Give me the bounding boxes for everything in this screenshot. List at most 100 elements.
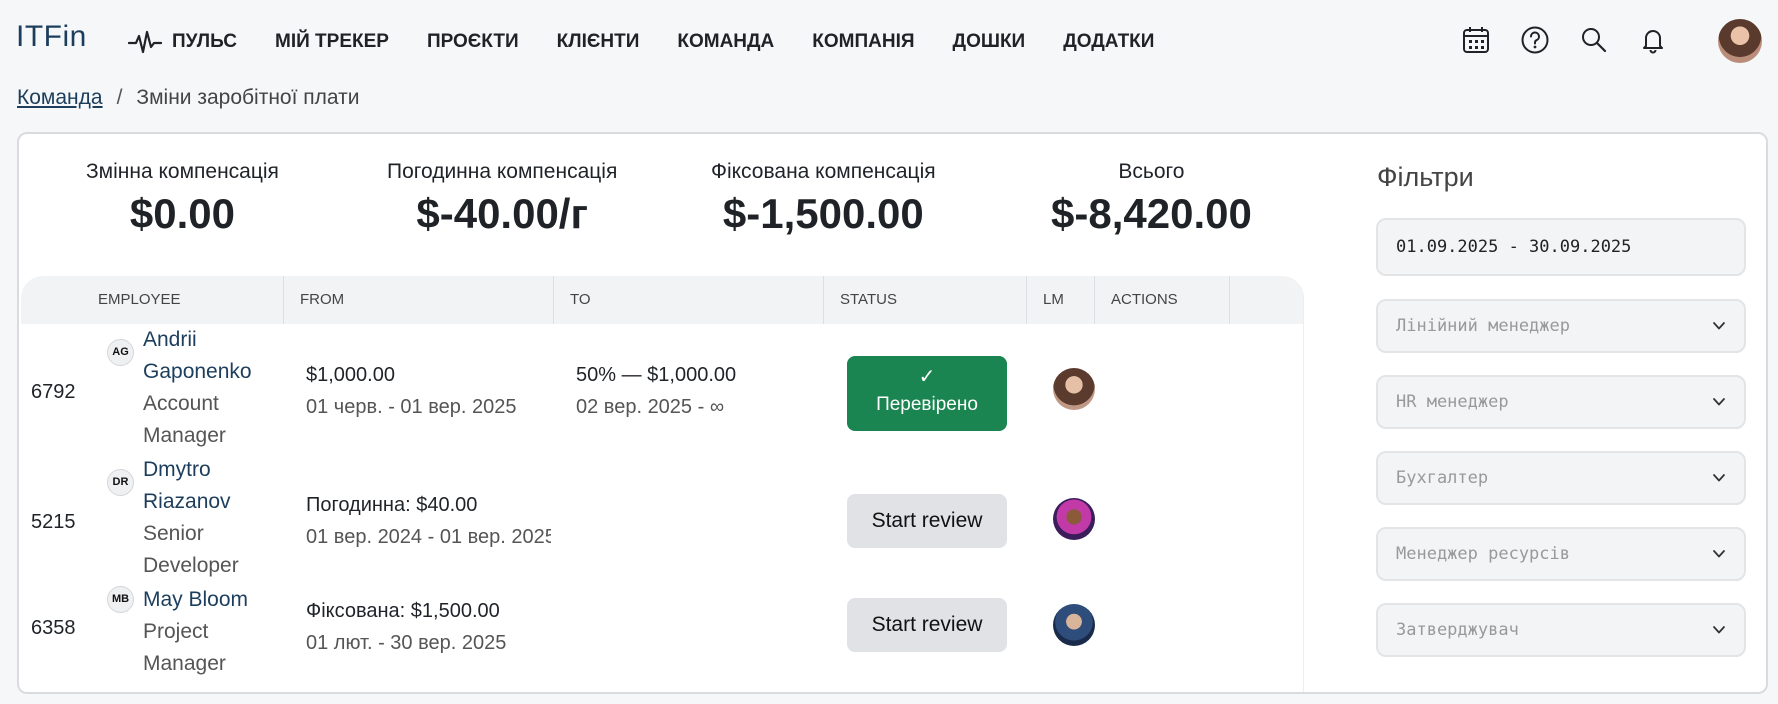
from-value: Погодинна: $40.00 bbox=[306, 494, 478, 516]
stat-label: Фіксована компенсація bbox=[711, 160, 936, 183]
employee-id: 6792 bbox=[31, 381, 76, 403]
stat-label: Змінна компенсація bbox=[86, 160, 279, 183]
column-status[interactable]: Status bbox=[824, 276, 1027, 324]
main-nav: Пульс Мій трекер Проєкти Клієнти Команда… bbox=[128, 28, 1192, 56]
nav-label: Пульс bbox=[172, 31, 237, 52]
employee-initials-badge: AG bbox=[107, 339, 134, 366]
bell-icon[interactable] bbox=[1637, 24, 1669, 56]
from-value: Фіксована: $1,500.00 bbox=[306, 600, 500, 622]
from-period: 01 лют. - 30 вер. 2025 bbox=[306, 632, 507, 654]
table-row[interactable]: 6792 AG Andrii Gaponenko Account Manager… bbox=[21, 324, 1303, 454]
stat-total: Всього $-8,420.00 bbox=[1051, 160, 1252, 238]
employee-role: Senior Developer bbox=[143, 518, 273, 582]
employee-role-line: Account bbox=[143, 392, 219, 415]
breadcrumb: Команда / Зміни заробітної плати bbox=[17, 86, 359, 110]
stat-label: Погодинна компенсація bbox=[387, 160, 618, 183]
employee-initials-badge: MB bbox=[107, 586, 134, 613]
check-icon: ✓ bbox=[918, 366, 936, 388]
employee-role-line: Manager bbox=[143, 424, 226, 447]
stat-hourly: Погодинна компенсація $-40.00/г bbox=[387, 160, 617, 238]
header-actions bbox=[1460, 24, 1696, 56]
employee-role-line: Manager bbox=[143, 652, 226, 675]
table-header: Employee From To Status LM Actions bbox=[21, 276, 1303, 324]
table-row[interactable]: 5215 DR Dmytro Riazanov Senior Developer… bbox=[21, 454, 1303, 584]
breadcrumb-team-link[interactable]: Команда bbox=[17, 86, 103, 110]
resource-manager-filter[interactable]: Менеджер ресурсів bbox=[1376, 527, 1746, 581]
nav-item-projects[interactable]: Проєкти bbox=[427, 31, 519, 53]
summary-stats: Змінна компенсація $0.00 Погодинна компе… bbox=[19, 134, 1319, 274]
nav-item-my-tracker[interactable]: Мій трекер bbox=[275, 31, 389, 53]
employee-id: 6358 bbox=[31, 617, 76, 639]
nav-item-clients[interactable]: Клієнти bbox=[557, 31, 640, 53]
column-employee[interactable]: Employee bbox=[21, 276, 284, 324]
status-label: Перевірено bbox=[876, 394, 978, 415]
column-actions[interactable]: Actions bbox=[1095, 276, 1230, 324]
nav-item-company[interactable]: Компанія bbox=[812, 31, 914, 53]
nav-item-boards[interactable]: Дошки bbox=[953, 31, 1026, 53]
date-range-filter[interactable]: 01.09.2025 - 30.09.2025 bbox=[1376, 218, 1746, 276]
from-period: 01 черв. - 01 вер. 2025 bbox=[306, 396, 517, 418]
stat-value: $0.00 bbox=[129, 190, 236, 237]
stat-fixed: Фіксована компенсація $-1,500.00 bbox=[711, 160, 936, 238]
employee-id: 5215 bbox=[31, 511, 76, 533]
employee-name-first: Andrii bbox=[143, 328, 197, 351]
page-title: Зміни заробітної плати bbox=[136, 86, 360, 109]
filter-placeholder: Менеджер ресурсів bbox=[1396, 544, 1570, 564]
line-manager-avatar[interactable] bbox=[1053, 604, 1095, 646]
employee-name-link[interactable]: May Bloom bbox=[143, 584, 273, 616]
column-to[interactable]: To bbox=[554, 276, 824, 324]
nav-item-apps[interactable]: Додатки bbox=[1063, 31, 1154, 53]
chevron-down-icon bbox=[1713, 322, 1725, 330]
employee-role-line: Developer bbox=[143, 554, 239, 577]
from-period: 01 вер. 2024 - 01 вер. 2025 bbox=[306, 526, 551, 548]
stat-value: $-8,420.00 bbox=[1051, 190, 1252, 237]
filter-placeholder: Лінійний менеджер bbox=[1396, 316, 1570, 336]
status-verified-button[interactable]: ✓ Перевірено bbox=[847, 356, 1007, 431]
to-value: 50% — $1,000.00 bbox=[576, 364, 737, 386]
stat-value: $-1,500.00 bbox=[722, 190, 924, 237]
salary-changes-table: Employee From To Status LM Actions 6792 … bbox=[21, 276, 1304, 692]
line-manager-avatar[interactable] bbox=[1053, 498, 1095, 540]
accountant-filter[interactable]: Бухгалтер bbox=[1376, 451, 1746, 505]
stat-variable: Змінна компенсація $0.00 bbox=[86, 160, 279, 238]
stat-label: Всього bbox=[1118, 160, 1185, 183]
filter-placeholder: HR менеджер bbox=[1396, 392, 1509, 412]
column-from[interactable]: From bbox=[284, 276, 554, 324]
column-lm[interactable]: LM bbox=[1027, 276, 1095, 324]
user-avatar[interactable] bbox=[1718, 19, 1762, 63]
nav-item-team[interactable]: Команда bbox=[677, 31, 774, 53]
chevron-down-icon bbox=[1713, 474, 1725, 482]
filters-title: Фільтри bbox=[1377, 162, 1474, 192]
salary-changes-card: Змінна компенсація $0.00 Погодинна компе… bbox=[17, 132, 1768, 694]
employee-name-full: May Bloom bbox=[143, 588, 249, 611]
employee-name-last: Riazanov bbox=[143, 490, 231, 513]
top-header: ITFin Пульс Мій трекер Проєкти Клієнти К… bbox=[0, 0, 1778, 82]
help-icon[interactable] bbox=[1519, 24, 1551, 56]
approver-filter[interactable]: Затверджувач bbox=[1376, 603, 1746, 657]
app-logo[interactable]: ITFin bbox=[16, 20, 87, 54]
employee-name-last: Gaponenko bbox=[143, 360, 252, 383]
calendar-icon[interactable] bbox=[1460, 24, 1492, 56]
employee-name-link[interactable]: Andrii Gaponenko bbox=[143, 324, 273, 388]
employee-name-link[interactable]: Dmytro Riazanov bbox=[143, 454, 273, 518]
start-review-button[interactable]: Start review bbox=[847, 494, 1007, 548]
to-period: 02 вер. 2025 - ∞ bbox=[576, 396, 725, 418]
chevron-down-icon bbox=[1713, 550, 1725, 558]
table-row[interactable]: 6358 MB May Bloom Project Manager Фіксов… bbox=[21, 584, 1303, 692]
stat-value: $-40.00/г bbox=[416, 190, 588, 237]
employee-role: Project Manager bbox=[143, 616, 273, 680]
chevron-down-icon bbox=[1713, 398, 1725, 406]
nav-item-pulse[interactable]: Пульс bbox=[128, 28, 237, 56]
from-value: $1,000.00 bbox=[306, 364, 395, 386]
search-icon[interactable] bbox=[1578, 24, 1610, 56]
employee-role-line: Senior bbox=[143, 522, 204, 545]
line-manager-filter[interactable]: Лінійний менеджер bbox=[1376, 299, 1746, 353]
start-review-button[interactable]: Start review bbox=[847, 598, 1007, 652]
employee-initials-badge: DR bbox=[107, 469, 134, 496]
employee-role: Account Manager bbox=[143, 388, 273, 452]
employee-role-line: Project bbox=[143, 620, 209, 643]
line-manager-avatar[interactable] bbox=[1053, 368, 1095, 410]
hr-manager-filter[interactable]: HR менеджер bbox=[1376, 375, 1746, 429]
chevron-down-icon bbox=[1713, 626, 1725, 634]
filter-placeholder: Затверджувач bbox=[1396, 620, 1519, 640]
